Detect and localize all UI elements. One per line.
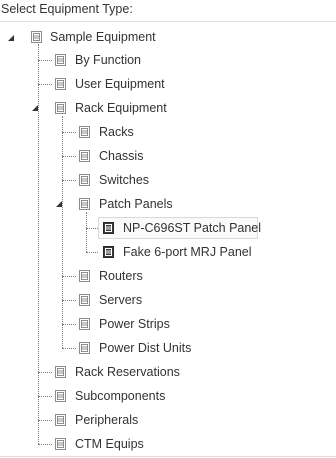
tree-node-subcomponents[interactable]: Subcomponents bbox=[0, 384, 220, 408]
tree-node-routers[interactable]: Routers bbox=[0, 264, 220, 288]
document-icon bbox=[55, 390, 66, 402]
tree-node-label: Switches bbox=[99, 173, 150, 187]
tree-node-chassis[interactable]: Chassis bbox=[0, 144, 220, 168]
tree-node-label: Patch Panels bbox=[99, 197, 173, 211]
tree-node-label: Rack Reservations bbox=[75, 365, 180, 379]
tree-node-sample-equipment[interactable]: Sample Equipment bbox=[0, 26, 170, 50]
document-icon bbox=[79, 150, 90, 162]
tree-node-user-equipment[interactable]: User Equipment bbox=[0, 72, 200, 96]
tree-node-by-function[interactable]: By Function bbox=[0, 48, 200, 72]
tree-node-fake-6-port-mrj-panel[interactable]: Fake 6-port MRJ Panel bbox=[0, 240, 260, 264]
tree-node-power-dist-units[interactable]: Power Dist Units bbox=[0, 336, 220, 360]
tree-node-label: NP-C696ST Patch Panel bbox=[123, 221, 262, 235]
tree-node-peripherals[interactable]: Peripherals bbox=[0, 408, 220, 432]
document-icon bbox=[55, 366, 66, 378]
document-icon bbox=[79, 318, 90, 330]
tree-node-racks[interactable]: Racks bbox=[0, 120, 220, 144]
document-icon bbox=[55, 414, 66, 426]
collapse-toggle-icon[interactable] bbox=[30, 102, 42, 114]
document-icon bbox=[31, 31, 42, 43]
tree-node-switches[interactable]: Switches bbox=[0, 168, 220, 192]
tree-node-label: Routers bbox=[99, 269, 143, 283]
document-icon bbox=[55, 102, 66, 114]
panel-bottom-border bbox=[0, 456, 336, 457]
tree-node-label: Fake 6-port MRJ Panel bbox=[123, 245, 252, 259]
tree-node-label: By Function bbox=[75, 53, 142, 67]
document-icon bbox=[55, 54, 66, 66]
tree-node-label: Chassis bbox=[99, 149, 144, 163]
tree-node-label: Rack Equipment bbox=[75, 101, 167, 115]
tree-node-label: Racks bbox=[99, 125, 134, 139]
tree-node-label: Servers bbox=[99, 293, 143, 307]
document-icon bbox=[55, 78, 66, 90]
tree-node-label: Subcomponents bbox=[75, 389, 166, 403]
document-icon bbox=[79, 198, 90, 210]
tree-node-np-c696st-patch-panel[interactable]: NP-C696ST Patch Panel bbox=[0, 216, 262, 240]
dark-document-icon bbox=[103, 222, 114, 234]
document-icon bbox=[79, 294, 90, 306]
document-icon bbox=[79, 342, 90, 354]
tree-node-label: Sample Equipment bbox=[50, 30, 156, 44]
tree-node-power-strips[interactable]: Power Strips bbox=[0, 312, 220, 336]
equipment-tree: Sample Equipment By Function User Equipm… bbox=[0, 0, 336, 458]
tree-node-label: Power Strips bbox=[99, 317, 170, 331]
document-icon bbox=[55, 438, 66, 450]
collapse-toggle-icon[interactable] bbox=[54, 198, 66, 210]
dark-document-icon bbox=[103, 246, 114, 258]
document-icon bbox=[79, 174, 90, 186]
tree-node-label: Power Dist Units bbox=[99, 341, 192, 355]
tree-node-rack-reservations[interactable]: Rack Reservations bbox=[0, 360, 220, 384]
document-icon bbox=[79, 126, 90, 138]
tree-node-rack-equipment[interactable]: Rack Equipment bbox=[0, 96, 200, 120]
tree-node-label: User Equipment bbox=[75, 77, 165, 91]
tree-node-label: Peripherals bbox=[75, 413, 139, 427]
collapse-toggle-icon[interactable] bbox=[6, 32, 18, 44]
tree-node-servers[interactable]: Servers bbox=[0, 288, 220, 312]
tree-node-label: CTM Equips bbox=[75, 437, 144, 451]
tree-node-patch-panels[interactable]: Patch Panels bbox=[0, 192, 220, 216]
document-icon bbox=[79, 270, 90, 282]
tree-node-ctm-equips[interactable]: CTM Equips bbox=[0, 432, 220, 456]
